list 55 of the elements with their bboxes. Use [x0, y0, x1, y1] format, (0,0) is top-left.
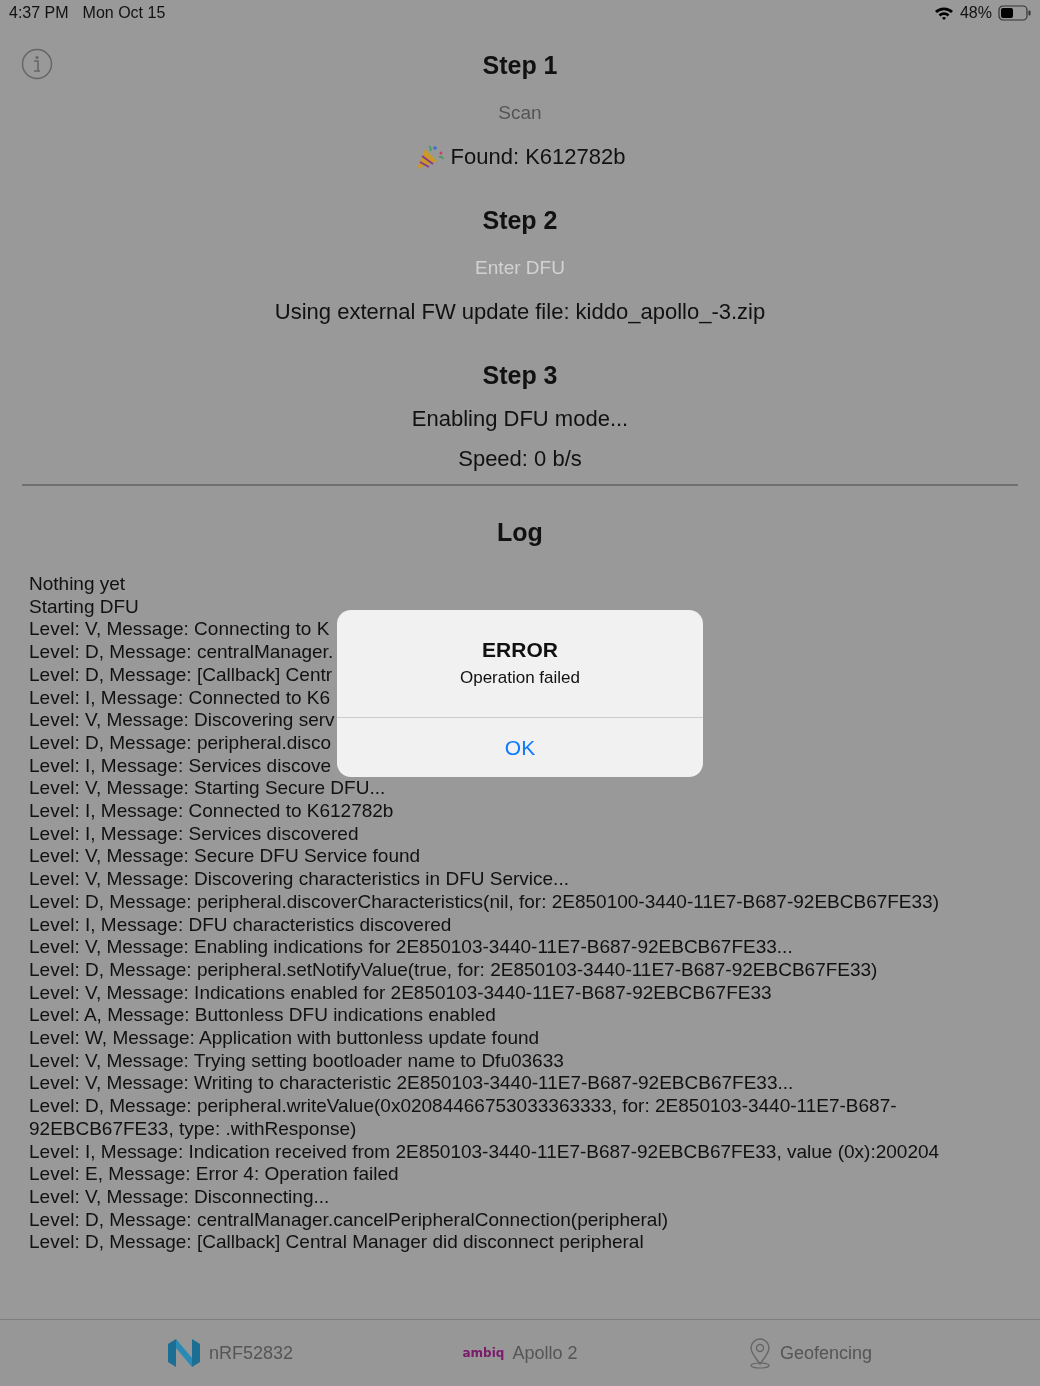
- status-text: Using external FW update file: kiddo_apollo_-3.zip: [274, 298, 766, 326]
- status-text: Speed: 0 b/s: [458, 445, 582, 473]
- log-line: Level: D, Message: centralManager.cancelPeripheralConnection(peripheral): [29, 1208, 668, 1232]
- log-line: Level: D, Message: centralManager.: [29, 641, 334, 664]
- step-title: Step 1: [482, 50, 558, 81]
- log-line: Level: D, Message: peripheral.writeValue(0x02084466753033363333, for: 2E850103-3440-11E7-B687-92EBCB67FE33, type: .withResponse): [29, 1095, 898, 1141]
- log-line: Level: V, Message: Starting Secure DFU...: [29, 777, 386, 801]
- log-line: Level: V, Message: Indications enabled for 2E850103-3440-11E7-B687-92EBCB67FE33: [29, 981, 772, 1005]
- log-line: Level: V, Message: Trying setting bootloader name to Dfu03633: [29, 1049, 564, 1073]
- tab-item[interactable]: nRF52832: [85, 1320, 375, 1386]
- status-time: 4:37 PM: [9, 4, 69, 22]
- log-line: Level: I, Message: Services discovered: [29, 822, 359, 846]
- log-line: Level: V, Message: Secure DFU Service found: [29, 845, 421, 869]
- log-line: Level: W, Message: Application with buttonless update found: [29, 1027, 540, 1050]
- location-pin-icon: [747, 1337, 772, 1369]
- tab-item[interactable]: Geofencing: [665, 1320, 955, 1386]
- battery-percent: 48%: [959, 4, 992, 22]
- step-title: Step 3: [482, 360, 558, 391]
- log-line: Starting DFU: [29, 595, 139, 619]
- log-line: Nothing yet: [29, 573, 126, 596]
- log-line: Level: I, Message: Indication received from 2E850103-3440-11E7-B687-92EBCB67FE33, value (0x):200204: [29, 1140, 940, 1164]
- wifi-icon: [933, 5, 954, 21]
- step-action[interactable]: Enter DFU: [475, 244, 565, 292]
- log-line: Level: V, Message: Discovering characteristics in DFU Service...: [29, 868, 569, 891]
- log-line: Level: D, Message: peripheral.disco: [29, 731, 332, 755]
- alert-message: Operation failed: [460, 668, 580, 688]
- status-text: Enabling DFU mode...: [411, 405, 629, 433]
- log-line: Level: D, Message: [Callback] Centr: [29, 663, 333, 687]
- log-line: Level: I, Message: DFU characteristics discovered: [29, 913, 452, 937]
- alert-title: ERROR: [482, 638, 558, 662]
- log-line: Level: D, Message: [Callback] Central Manager did disconnect peripheral: [29, 1231, 644, 1255]
- log-line: Level: D, Message: peripheral.discoverCharacteristics(nil, for: 2E850100-3440-11E7-B687-92EBCB67FE33): [29, 890, 939, 914]
- step-title: Step 2: [482, 205, 558, 236]
- log-line: Level: E, Message: Error 4: Operation failed: [29, 1163, 399, 1186]
- ambiq-logo: ambiq: [462, 1346, 505, 1360]
- party-popper-icon: [414, 143, 445, 171]
- log-line: Level: I, Message: Connected to K612782b: [29, 800, 394, 823]
- found-device-text: Found: K612782b: [450, 144, 626, 170]
- info-icon[interactable]: [21, 48, 53, 80]
- log-line: Level: I, Message: Services discove: [29, 754, 332, 778]
- step-action[interactable]: Scan: [498, 89, 542, 137]
- status-date: Mon Oct 15: [82, 4, 166, 22]
- log-line: Level: V, Message: Writing to characteristic 2E850103-3440-11E7-B687-92EBCB67FE33...: [29, 1072, 794, 1096]
- tab-item[interactable]: ambiq Apollo 2: [375, 1320, 665, 1386]
- log-line: Level: V, Message: Enabling indications for 2E850103-3440-11E7-B687-92EBCB67FE33...: [29, 936, 793, 959]
- ok-button[interactable]: OK: [337, 717, 703, 777]
- log-line: Level: V, Message: Disconnecting...: [29, 1186, 330, 1209]
- log-line: Level: V, Message: Discovering serv: [29, 709, 335, 732]
- battery-icon: [998, 5, 1032, 21]
- log-line: Level: A, Message: Buttonless DFU indications enabled: [29, 1004, 496, 1028]
- log-line: Level: D, Message: peripheral.setNotifyValue(true, for: 2E850103-3440-11E7-B687-92EBCB67FE33): [29, 958, 878, 982]
- log-title: Log: [496, 518, 544, 548]
- log-line: Level: I, Message: Connected to K6: [29, 686, 330, 710]
- log-line: Level: V, Message: Connecting to K: [29, 618, 330, 642]
- nordic-logo-icon: [166, 1338, 201, 1368]
